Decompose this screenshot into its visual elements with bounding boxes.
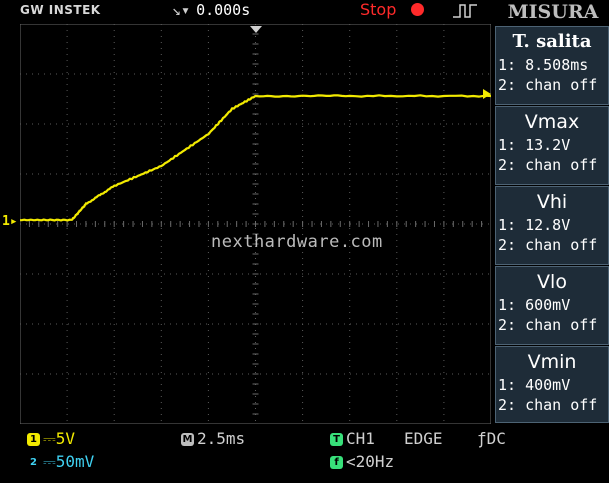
measure-ch2-value: 2: chan off — [498, 156, 598, 174]
measure-ch2-value: 2: chan off — [498, 236, 598, 254]
timebase-value: 2.5ms — [197, 429, 246, 448]
trigger-source[interactable]: T CH1 — [330, 429, 375, 448]
measurement-panel: T. salita 1: 8.508ms 2: chan off Vmax 1:… — [495, 26, 609, 423]
measure-ch1-value: 1: 400mV — [498, 376, 571, 394]
ch1-ground-marker: 1▸ — [2, 214, 18, 229]
measure-title: T. salita — [512, 31, 592, 52]
timebase[interactable]: M 2.5ms — [181, 429, 245, 448]
measure-title: Vlo — [537, 271, 567, 293]
trigger-icon: T — [330, 433, 343, 446]
ch2-icon: 2 — [30, 457, 37, 468]
timebase-icon: M — [181, 433, 194, 446]
measure-vmin[interactable]: Vmin 1: 400mV 2: chan off — [495, 346, 609, 423]
trigger-frequency-value: <20Hz — [346, 452, 395, 471]
measure-ch1-value: 1: 13.2V — [498, 136, 571, 154]
waveform-display — [20, 24, 491, 424]
dc-coupling-icon: ⎓ — [43, 452, 56, 471]
measure-title: Vmin — [527, 351, 577, 373]
trigger-edge-icon — [453, 4, 477, 18]
measure-title: Vhi — [536, 191, 568, 213]
ch1-ground-label: 1 — [2, 214, 10, 229]
ch2-scale-value: 50mV — [55, 452, 95, 471]
trigger-type[interactable]: EDGE — [404, 429, 443, 448]
measure-vlo[interactable]: Vlo 1: 600mV 2: chan off — [495, 266, 609, 345]
ch2-scale[interactable]: 2 ⎓50mV — [27, 452, 94, 472]
edge-slope-icon: ƒ — [477, 429, 487, 448]
coupling-value: DC — [486, 429, 506, 448]
trigger-position-icon: ↘▾ — [172, 1, 191, 19]
panel-title: MISURA — [497, 0, 609, 24]
measure-ch2-value: 2: chan off — [498, 316, 598, 334]
status-footer: 1 ⎓5V 2 ⎓50mV M 2.5ms T CH1 EDGE ƒDC f <20Hz — [0, 425, 609, 483]
dc-coupling-icon: ⎓ — [43, 429, 56, 448]
measure-rise-time[interactable]: T. salita 1: 8.508ms 2: chan off — [495, 26, 609, 105]
waveform-graticule — [20, 24, 491, 424]
run-state-label: Stop — [360, 0, 397, 19]
frequency-icon: f — [330, 456, 343, 469]
measure-ch1-value: 1: 12.8V — [498, 216, 571, 234]
trigger-position: ↘▾ 0.000s — [172, 1, 250, 19]
brand-logo: GW INSTEK — [20, 3, 101, 17]
trigger-frequency: f <20Hz — [330, 452, 394, 471]
measure-vmax[interactable]: Vmax 1: 13.2V 2: chan off — [495, 106, 609, 185]
measure-vhi[interactable]: Vhi 1: 12.8V 2: chan off — [495, 186, 609, 265]
trigger-source-value: CH1 — [346, 429, 375, 448]
watermark: nexthardware.com — [211, 232, 383, 252]
ch1-scale-value: 5V — [55, 429, 76, 448]
oscilloscope-screen: GW INSTEK ↘▾ 0.000s Stop MISURA 1▸ nextha… — [0, 0, 609, 483]
measure-ch2-value: 2: chan off — [498, 76, 598, 94]
measure-title: Vmax — [524, 111, 580, 133]
measure-ch2-value: 2: chan off — [498, 396, 598, 414]
trigger-coupling[interactable]: ƒDC — [477, 429, 506, 448]
ch1-icon: 1 — [27, 433, 40, 446]
stop-indicator-icon — [411, 3, 424, 16]
ch1-scale[interactable]: 1 ⎓5V — [27, 429, 75, 449]
measure-ch1-value: 1: 600mV — [498, 296, 571, 314]
status-bar: GW INSTEK ↘▾ 0.000s Stop MISURA — [0, 0, 609, 24]
measure-ch1-value: 1: 8.508ms — [498, 56, 589, 74]
trigger-position-value: 0.000s — [196, 1, 251, 19]
